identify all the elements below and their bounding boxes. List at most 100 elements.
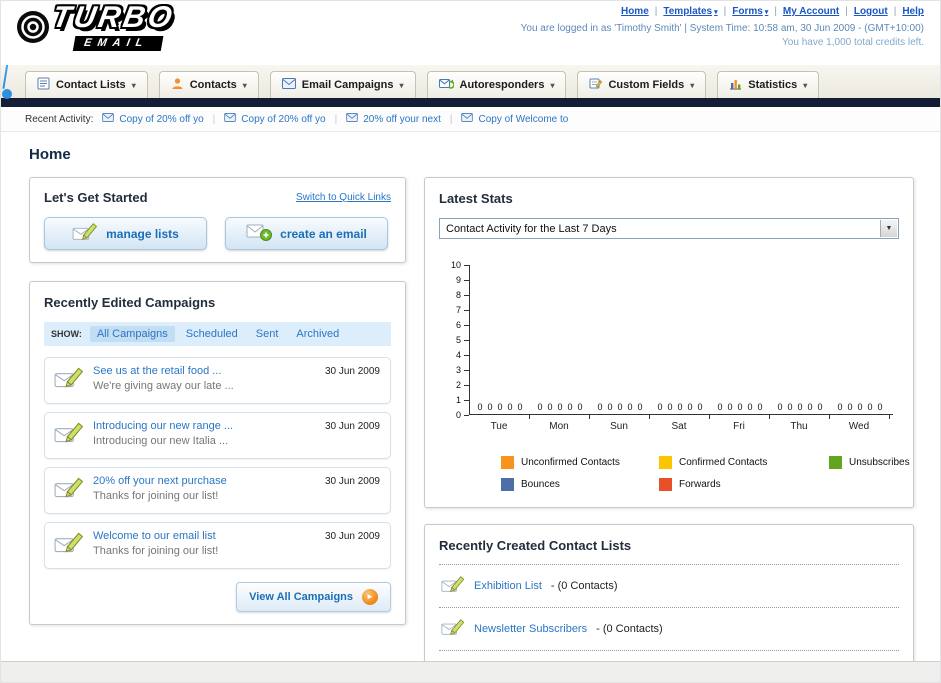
manage-lists-button[interactable]: manage lists xyxy=(44,217,207,250)
legend-swatch xyxy=(501,456,514,469)
pencil-envelope-icon xyxy=(54,530,84,561)
top-nav: Home Templates▾ Forms▾ My Account Logout… xyxy=(521,6,924,17)
envelope-plus-icon xyxy=(246,222,273,245)
envelope-icon xyxy=(346,113,358,125)
view-all-campaigns-button[interactable]: View All Campaigns ► xyxy=(236,582,391,612)
y-axis-label: 0 xyxy=(455,410,470,420)
pencil-envelope-icon xyxy=(54,475,84,506)
top-link-templates[interactable]: Templates ▾ xyxy=(663,6,717,17)
form-pencil-icon xyxy=(589,77,603,93)
header-right: Home Templates▾ Forms▾ My Account Logout… xyxy=(521,6,924,48)
contact-list-item[interactable]: Exhibition List - (0 Contacts) xyxy=(439,565,899,608)
chart-bar-group: 00000 xyxy=(530,402,590,419)
arrow-right-icon: ► xyxy=(362,589,378,605)
bar-value-label: 0 xyxy=(727,402,733,412)
chart-y-axis: 0 1 2 3 4 5 6 7 8 9 10 xyxy=(443,260,470,420)
bar-value-label: 0 xyxy=(867,402,873,412)
tab-label: Autoresponders xyxy=(459,79,545,91)
header: TURBO EMAIL Home Templates▾ Forms▾ My Ac… xyxy=(1,1,940,65)
bar-value-label: 0 xyxy=(547,402,553,412)
chart-x-axis: Tue Mon Sun Sat Fri Thu Wed xyxy=(469,421,893,432)
contact-list-item[interactable]: Newsletter Subscribers - (0 Contacts) xyxy=(439,608,899,651)
recent-activity-item[interactable]: Copy of 20% off yo xyxy=(224,113,326,125)
campaign-list-item[interactable]: See us at the retail food ... We're givi… xyxy=(44,357,391,404)
filter-scheduled[interactable]: Scheduled xyxy=(179,326,245,342)
select-arrow-icon: ▼ xyxy=(880,220,897,237)
recent-activity-item[interactable]: Copy of 20% off yo xyxy=(102,113,204,125)
campaign-title-link[interactable]: Introducing our new range ... xyxy=(93,420,233,432)
contact-list-name-link[interactable]: Newsletter Subscribers xyxy=(474,623,587,635)
top-link-home[interactable]: Home xyxy=(621,6,649,17)
envelope-icon xyxy=(102,113,115,125)
campaign-subtitle: Thanks for joining our list! xyxy=(93,490,219,502)
contact-lists-title: Recently Created Contact Lists xyxy=(439,538,632,553)
bar-value-label: 0 xyxy=(797,402,803,412)
tab-statistics[interactable]: Statistics ▾ xyxy=(717,71,820,98)
top-link-forms[interactable]: Forms ▾ xyxy=(732,6,768,17)
campaign-title-link[interactable]: 20% off your next purchase xyxy=(93,475,227,487)
logo[interactable]: TURBO EMAIL xyxy=(15,1,177,51)
tab-contacts[interactable]: Contacts ▾ xyxy=(158,71,259,98)
right-column: Latest Stats Contact Activity for the La… xyxy=(424,177,914,682)
chevron-down-icon: ▾ xyxy=(242,80,247,90)
turbine-icon xyxy=(15,9,51,50)
tab-contact-lists[interactable]: Contact Lists ▾ xyxy=(25,71,148,98)
contact-lists-icon xyxy=(37,77,50,93)
switch-quick-links-link[interactable]: Switch to Quick Links xyxy=(296,192,391,203)
chevron-down-icon: ▾ xyxy=(764,8,769,16)
create-email-button[interactable]: create an email xyxy=(225,217,388,250)
bar-value-label: 0 xyxy=(667,402,673,412)
campaign-title-link[interactable]: See us at the retail food ... xyxy=(93,365,234,377)
legend-item: Confirmed Contacts xyxy=(659,456,829,469)
campaign-title-link[interactable]: Welcome to our email list xyxy=(93,530,218,542)
y-axis-label: 7 xyxy=(455,305,470,315)
filter-all-campaigns[interactable]: All Campaigns xyxy=(89,326,175,342)
login-info: You are logged in as 'Timothy Smith' | S… xyxy=(520,23,924,34)
filter-archived[interactable]: Archived xyxy=(289,326,346,342)
campaign-date: 30 Jun 2009 xyxy=(324,531,380,542)
top-link-my-account[interactable]: My Account xyxy=(783,6,839,17)
contact-activity-select[interactable]: Contact Activity for the Last 7 Days ▼ xyxy=(439,218,899,239)
contact-list-name-link[interactable]: Exhibition List xyxy=(474,580,542,592)
logo-text: TURBO EMAIL xyxy=(47,1,177,51)
bar-value-label: 0 xyxy=(657,402,663,412)
y-axis-label: 9 xyxy=(455,275,470,285)
top-link-logout[interactable]: Logout xyxy=(854,6,888,17)
legend-item: Unconfirmed Contacts xyxy=(501,456,659,469)
nav-divider-bar xyxy=(1,98,940,107)
y-axis-label: 4 xyxy=(455,350,470,360)
y-axis-label: 5 xyxy=(455,335,470,345)
envelope-icon xyxy=(224,113,237,125)
campaign-list-item[interactable]: Introducing our new range ... Introducin… xyxy=(44,412,391,459)
campaign-list-item[interactable]: 20% off your next purchase Thanks for jo… xyxy=(44,467,391,514)
separator xyxy=(724,6,727,17)
filter-sent[interactable]: Sent xyxy=(249,326,286,342)
y-axis-label: 6 xyxy=(455,320,470,330)
recent-activity-item[interactable]: 20% off your next xyxy=(346,113,441,125)
bar-value-label: 0 xyxy=(567,402,573,412)
bar-value-label: 0 xyxy=(717,402,723,412)
tab-email-campaigns[interactable]: Email Campaigns ▾ xyxy=(269,71,416,98)
tab-autoresponders[interactable]: Autoresponders ▾ xyxy=(426,71,567,98)
x-axis-label: Thu xyxy=(790,421,808,432)
legend-label: Unsubscribes xyxy=(849,457,910,468)
chevron-down-icon: ▾ xyxy=(803,80,808,90)
legend-swatch xyxy=(659,478,672,491)
contact-activity-chart: 0 1 2 3 4 5 6 7 8 9 10 000000000000000000000000000… xyxy=(443,260,899,432)
recently-created-contact-lists-panel: Recently Created Contact Lists Exhibitio… xyxy=(424,524,914,682)
bar-value-label: 0 xyxy=(737,402,743,412)
legend-item: Forwards xyxy=(659,478,829,491)
envelope-refresh-icon xyxy=(438,78,455,93)
y-axis-label: 8 xyxy=(455,290,470,300)
campaign-list-item[interactable]: Welcome to our email list Thanks for joi… xyxy=(44,522,391,569)
bar-value-label: 0 xyxy=(687,402,693,412)
tab-label: Contacts xyxy=(189,79,237,91)
top-link-help[interactable]: Help xyxy=(902,6,924,17)
recent-activity-item[interactable]: Copy of Welcome to xyxy=(461,113,568,125)
campaign-subtitle: Introducing our new Italia ... xyxy=(93,435,229,447)
bar-value-label: 0 xyxy=(637,402,643,412)
bar-value-label: 0 xyxy=(507,402,513,412)
legend-swatch xyxy=(659,456,672,469)
tab-custom-fields[interactable]: Custom Fields ▾ xyxy=(577,71,707,98)
pencil-envelope-icon xyxy=(441,617,465,641)
